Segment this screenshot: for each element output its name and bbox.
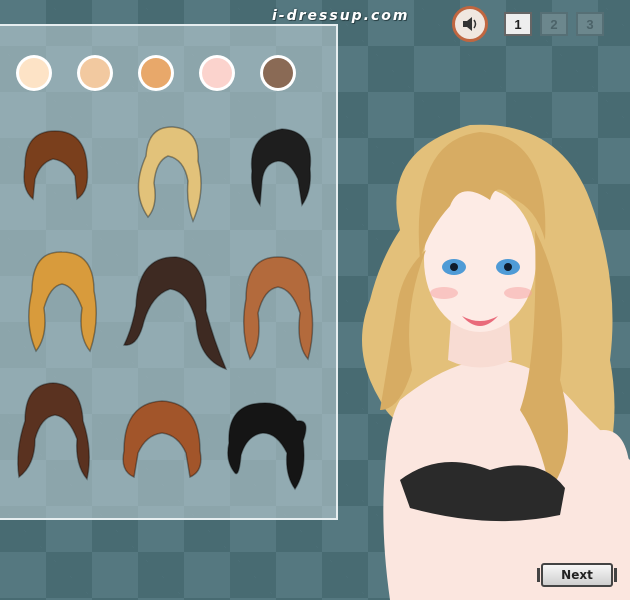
skin-tone-swatch[interactable] <box>80 58 110 88</box>
site-logo[interactable]: i-dressup.com <box>272 8 410 24</box>
hairstyle-panel <box>0 24 338 520</box>
model-character <box>362 124 630 600</box>
skin-tone-swatch[interactable] <box>202 58 232 88</box>
page-1-button[interactable]: 1 <box>504 12 532 36</box>
hairstyle-option-copper-short[interactable] <box>112 391 212 491</box>
skin-tone-swatch[interactable] <box>141 58 171 88</box>
page-3-button[interactable]: 3 <box>576 12 604 36</box>
hairstyle-option-dark-brown-long[interactable] <box>118 251 228 371</box>
hairstyle-option-auburn-long[interactable] <box>228 251 328 361</box>
next-button[interactable]: Next <box>537 563 617 587</box>
hairstyle-option-golden-layered[interactable] <box>12 246 112 353</box>
hairstyle-option-black-bun[interactable] <box>215 391 315 491</box>
game-stage: i-dressup.com 1 2 3 Next <box>0 0 630 600</box>
sound-toggle-button[interactable] <box>452 6 488 42</box>
hairstyle-option-short-brown-bob[interactable] <box>5 121 105 221</box>
hairstyle-option-long-blonde-wavy[interactable] <box>118 121 218 223</box>
skin-tone-swatch[interactable] <box>19 58 49 88</box>
hairstyle-option-brown-curly[interactable] <box>5 379 105 481</box>
page-2-button[interactable]: 2 <box>540 12 568 36</box>
hairstyle-option-black-updo[interactable] <box>230 121 330 221</box>
skin-tone-swatch[interactable] <box>263 58 293 88</box>
